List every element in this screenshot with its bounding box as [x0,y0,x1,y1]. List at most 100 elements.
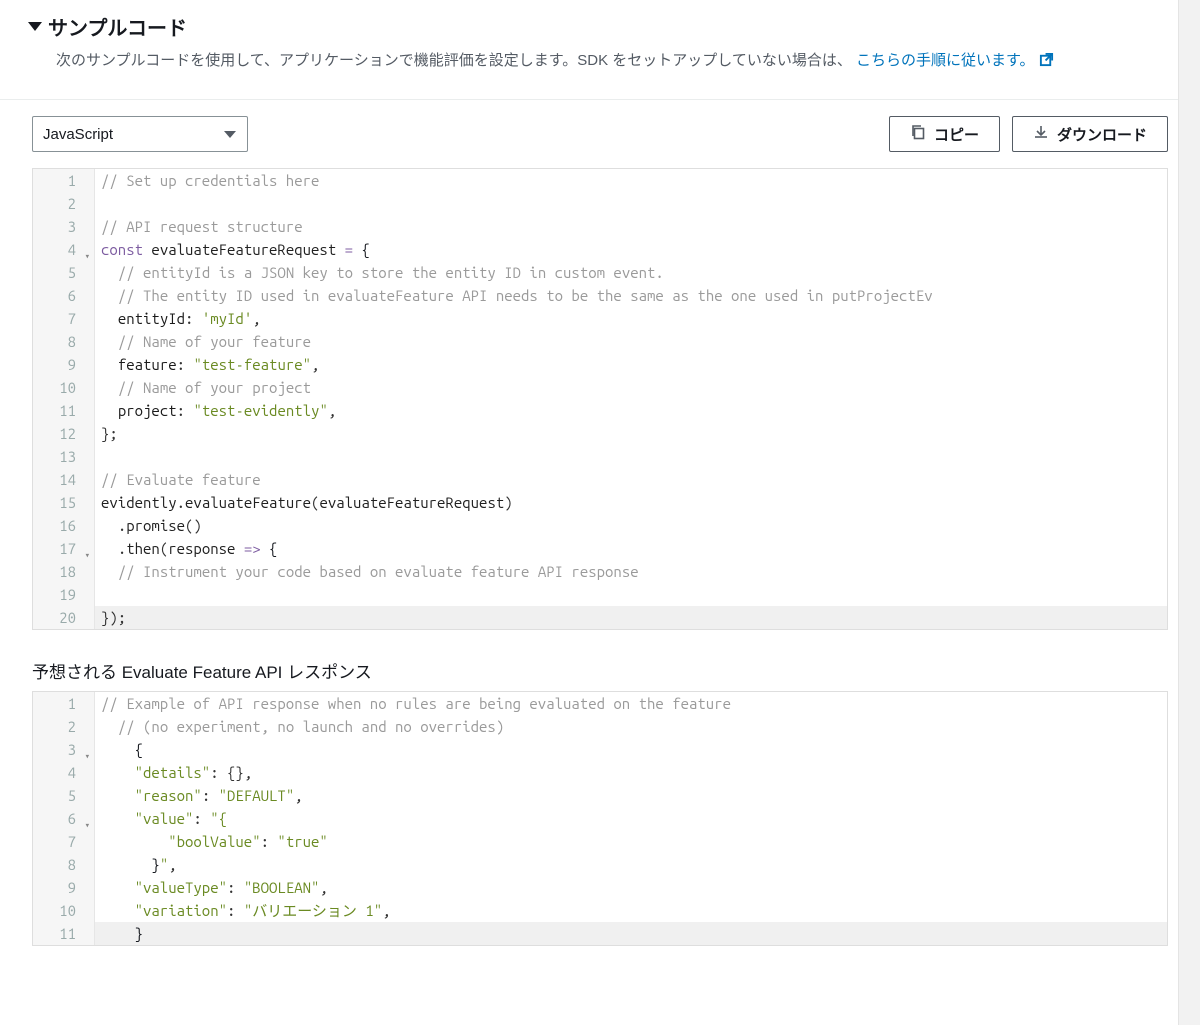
copy-label: コピー [934,124,979,145]
code-content: "valueType": "BOOLEAN", [95,876,1167,899]
expected-response-editor[interactable]: 1// Example of API response when no rule… [32,691,1168,946]
line-number: 13 [33,445,95,468]
code-content: { [95,738,1167,761]
line-number: 19 [33,583,95,606]
link-label: こちらの手順に従います。 [856,52,1035,69]
line-number: 20 [33,606,95,629]
line-number: 10 [33,376,95,399]
code-content [95,445,1167,468]
line-number: 12 [33,422,95,445]
line-number: 10 [33,899,95,922]
language-select[interactable]: JavaScript [32,116,248,152]
sample-code-editor[interactable]: 1// Set up credentials here23// API requ… [32,168,1168,630]
copy-button[interactable]: コピー [889,116,1000,152]
expected-response-title: 予想される Evaluate Feature API レスポンス [32,658,1168,683]
code-content: "variation": "バリエーション 1", [95,899,1167,922]
code-content: "details": {}, [95,761,1167,784]
line-number: 4▾ [33,238,95,261]
code-line: 15evidently.evaluateFeature(evaluateFeat… [33,491,1167,514]
code-line: 10 // Name of your project [33,376,1167,399]
sample-code-header: サンプルコード 次のサンプルコードを使用して、アプリケーションで機能評価を設定し… [0,0,1200,100]
external-link-icon [1039,51,1054,75]
section-subtitle: 次のサンプルコードを使用して、アプリケーションで機能評価を設定します。SDK を… [56,49,1172,75]
code-line: 4 "details": {}, [33,761,1167,784]
code-content: entityId: 'myId', [95,307,1167,330]
line-number: 4 [33,761,95,784]
subtitle-prefix: 次のサンプルコードを使用して、アプリケーションで機能評価を設定します。SDK を… [56,52,852,69]
section-toggle[interactable]: サンプルコード [28,12,1172,41]
code-line: 12}; [33,422,1167,445]
code-content [95,583,1167,606]
code-line: 8 // Name of your feature [33,330,1167,353]
code-line: 9 "valueType": "BOOLEAN", [33,876,1167,899]
code-content: // The entity ID used in evaluateFeature… [95,284,1167,307]
code-line: 9 feature: "test-feature", [33,353,1167,376]
line-number: 16 [33,514,95,537]
line-number: 5 [33,261,95,284]
line-number: 15 [33,491,95,514]
line-number: 2 [33,192,95,215]
code-line: 13 [33,445,1167,468]
line-number: 11 [33,922,95,945]
code-toolbar: JavaScript コピー [0,100,1200,164]
code-content: // entityId is a JSON key to store the e… [95,261,1167,284]
line-number: 3▾ [33,738,95,761]
line-number: 6▾ [33,807,95,830]
code-content: // Evaluate feature [95,468,1167,491]
button-group: コピー ダウンロード [889,116,1168,152]
code-content: // Example of API response when no rules… [95,692,1167,715]
line-number: 14 [33,468,95,491]
code-line: 5 // entityId is a JSON key to store the… [33,261,1167,284]
code-line: 1// Example of API response when no rule… [33,692,1167,715]
code-content: }); [95,606,1167,629]
code-line: 3▾ { [33,738,1167,761]
code-content: // API request structure [95,215,1167,238]
line-number: 7 [33,307,95,330]
line-number: 8 [33,853,95,876]
code-content: const evaluateFeatureRequest = { [95,238,1167,261]
code-line: 8 }", [33,853,1167,876]
code-line: 7 "boolValue": "true" [33,830,1167,853]
code-content [95,192,1167,215]
line-number: 3 [33,215,95,238]
line-number: 6 [33,284,95,307]
code-line: 20}); [33,606,1167,629]
code-line: 7 entityId: 'myId', [33,307,1167,330]
code-content: .promise() [95,514,1167,537]
code-line: 2 [33,192,1167,215]
download-icon [1033,124,1049,144]
line-number: 1 [33,692,95,715]
code-content: "reason": "DEFAULT", [95,784,1167,807]
code-line: 2 // (no experiment, no launch and no ov… [33,715,1167,738]
line-number: 2 [33,715,95,738]
line-number: 9 [33,876,95,899]
code-line: 3// API request structure [33,215,1167,238]
code-line: 6▾ "value": "{ [33,807,1167,830]
vertical-scrollbar[interactable] [1178,0,1200,1025]
line-number: 11 [33,399,95,422]
caret-down-icon [28,22,42,31]
code-content: project: "test-evidently", [95,399,1167,422]
code-line: 16 .promise() [33,514,1167,537]
download-label: ダウンロード [1057,124,1147,145]
code-line: 19 [33,583,1167,606]
code-content: .then(response => { [95,537,1167,560]
line-number: 8 [33,330,95,353]
code-content: evidently.evaluateFeature(evaluateFeatur… [95,491,1167,514]
line-number: 5 [33,784,95,807]
code-line: 1// Set up credentials here [33,169,1167,192]
language-select-wrap: JavaScript [32,116,248,152]
code-content: // Name of your feature [95,330,1167,353]
sdk-setup-link[interactable]: こちらの手順に従います。 [856,52,1054,69]
copy-icon [910,124,926,144]
code-content: feature: "test-feature", [95,353,1167,376]
line-number: 1 [33,169,95,192]
line-number: 18 [33,560,95,583]
code-content: "boolValue": "true" [95,830,1167,853]
code-content: // Name of your project [95,376,1167,399]
code-line: 6 // The entity ID used in evaluateFeatu… [33,284,1167,307]
code-line: 17▾ .then(response => { [33,537,1167,560]
code-line: 18 // Instrument your code based on eval… [33,560,1167,583]
download-button[interactable]: ダウンロード [1012,116,1168,152]
line-number: 17▾ [33,537,95,560]
